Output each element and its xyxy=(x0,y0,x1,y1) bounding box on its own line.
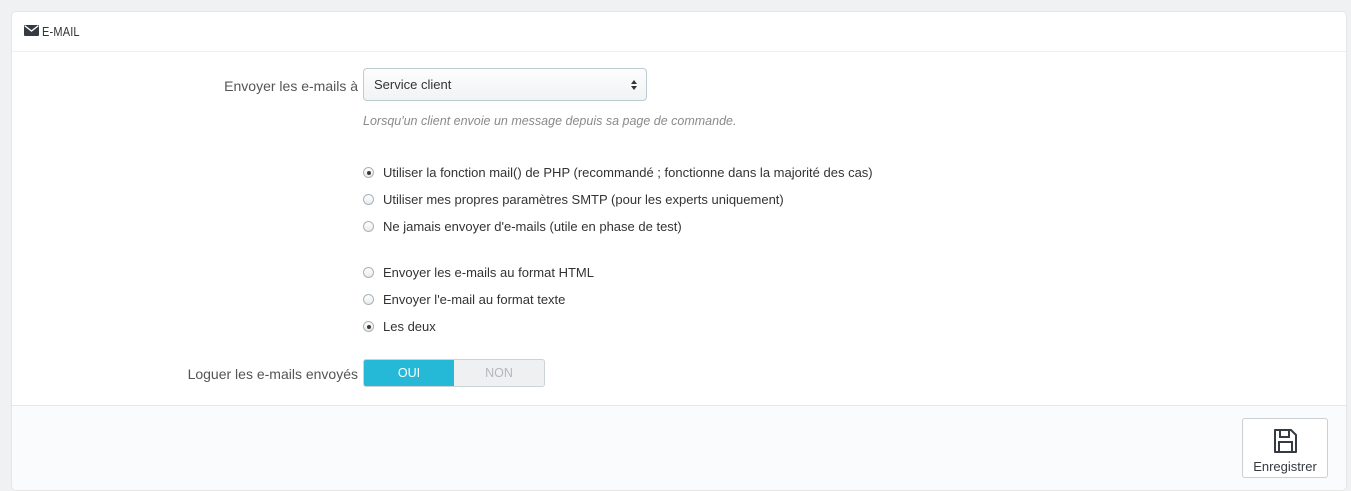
floppy-disk-icon xyxy=(1274,429,1297,453)
select-arrows-icon xyxy=(631,80,637,90)
radio-label: Utiliser la fonction mail() de PHP (reco… xyxy=(383,165,873,180)
radio-option-php-mail[interactable]: Utiliser la fonction mail() de PHP (reco… xyxy=(363,165,873,180)
send-to-hint: Lorsqu'un client envoie un message depui… xyxy=(363,114,737,128)
toggle-no-option[interactable]: NON xyxy=(454,360,544,386)
envelope-icon xyxy=(24,25,39,36)
email-panel: E-MAIL Envoyer les e-mails à Service cli… xyxy=(11,11,1347,491)
send-to-select[interactable]: Service client xyxy=(363,68,647,101)
radio-label: Les deux xyxy=(383,319,436,334)
radio-label: Utiliser mes propres paramètres SMTP (po… xyxy=(383,192,784,207)
send-to-label: Envoyer les e-mails à xyxy=(224,78,358,94)
send-to-selected-value: Service client xyxy=(374,77,452,92)
radio-option-never-send[interactable]: Ne jamais envoyer d'e-mails (utile en ph… xyxy=(363,219,682,234)
radio-button[interactable] xyxy=(363,167,374,178)
save-button-label: Enregistrer xyxy=(1253,459,1317,474)
radio-option-text-format[interactable]: Envoyer l'e-mail au format texte xyxy=(363,292,565,307)
radio-option-html-format[interactable]: Envoyer les e-mails au format HTML xyxy=(363,265,594,280)
panel-title: E-MAIL xyxy=(42,24,80,39)
radio-button[interactable] xyxy=(363,267,374,278)
radio-button[interactable] xyxy=(363,194,374,205)
log-emails-toggle[interactable]: OUI NON xyxy=(363,359,545,387)
radio-option-smtp[interactable]: Utiliser mes propres paramètres SMTP (po… xyxy=(363,192,784,207)
radio-option-both-formats[interactable]: Les deux xyxy=(363,319,436,334)
panel-footer: Enregistrer xyxy=(12,405,1346,490)
toggle-yes-option[interactable]: OUI xyxy=(364,360,454,386)
panel-heading: E-MAIL xyxy=(12,12,1346,52)
save-button[interactable]: Enregistrer xyxy=(1242,418,1328,478)
radio-button[interactable] xyxy=(363,294,374,305)
radio-button[interactable] xyxy=(363,321,374,332)
radio-label: Ne jamais envoyer d'e-mails (utile en ph… xyxy=(383,219,682,234)
radio-label: Envoyer les e-mails au format HTML xyxy=(383,265,594,280)
radio-button[interactable] xyxy=(363,221,374,232)
radio-label: Envoyer l'e-mail au format texte xyxy=(383,292,566,307)
log-emails-label: Loguer les e-mails envoyés xyxy=(187,366,358,382)
